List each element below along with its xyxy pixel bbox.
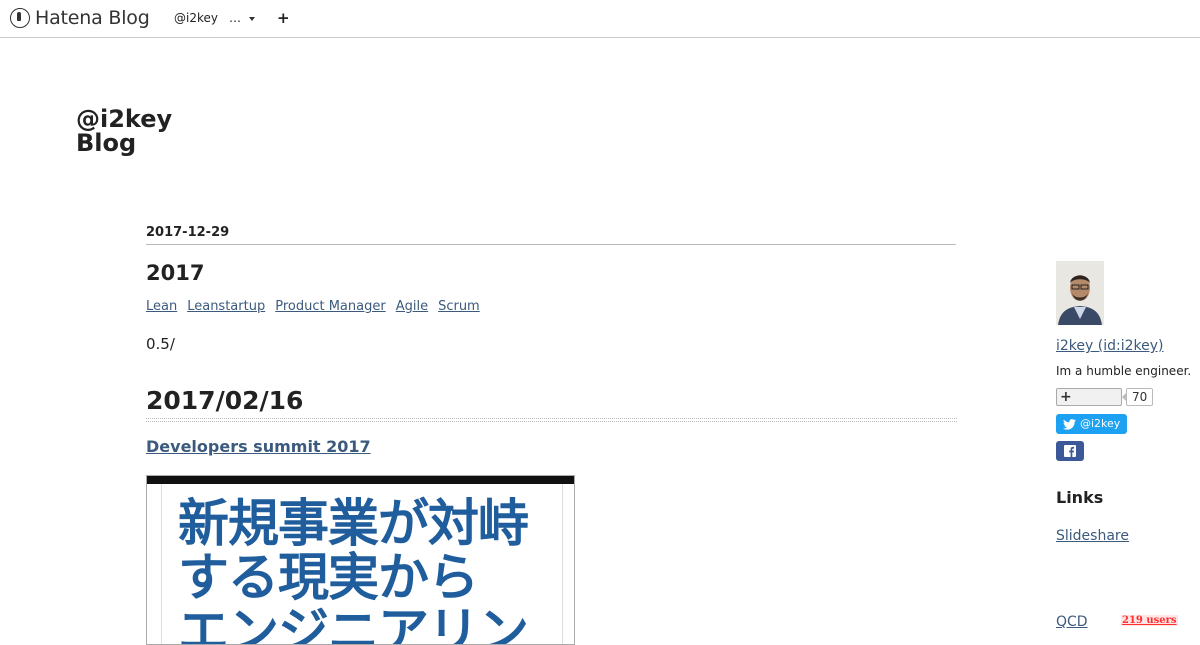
category-link[interactable]: Lean xyxy=(146,299,177,314)
bookmark-users-badge[interactable]: 219 users xyxy=(1121,615,1178,626)
profile-description: Im a humble engineer. xyxy=(1056,364,1192,378)
category-link[interactable]: Product Manager xyxy=(275,299,385,314)
entry-intro-text: 0.5/ xyxy=(146,335,175,353)
facebook-button[interactable] xyxy=(1056,441,1084,461)
category-link[interactable]: Scrum xyxy=(438,299,480,314)
link-slideshare[interactable]: Slideshare xyxy=(1056,528,1129,544)
date-divider xyxy=(146,244,956,245)
facebook-icon xyxy=(1064,445,1076,457)
entry-date[interactable]: 2017-12-29 xyxy=(146,225,229,240)
link-qcd[interactable]: QCD xyxy=(1056,614,1088,630)
logo-text: Hatena Blog xyxy=(35,7,150,29)
avatar[interactable] xyxy=(1056,261,1104,325)
slide-top-bar xyxy=(147,476,574,484)
section-divider xyxy=(146,418,957,422)
links-heading: Links xyxy=(1056,488,1104,507)
chevron-down-icon xyxy=(248,16,255,21)
category-link[interactable]: Leanstartup xyxy=(187,299,265,314)
twitter-handle: @i2key xyxy=(1080,417,1121,430)
slide-frame: 新規事業が対峙 する現実から エンジニアリン xyxy=(161,484,563,645)
global-header: Hatena Blog @i2key … + xyxy=(0,0,1200,38)
follower-count: 70 xyxy=(1121,388,1154,406)
hatena-blog-logo[interactable]: Hatena Blog xyxy=(10,7,150,29)
blog-title-line2: Blog xyxy=(76,129,137,157)
hatena-logo-icon xyxy=(10,8,30,28)
category-link[interactable]: Agile xyxy=(396,299,428,314)
follow-button[interactable]: + xyxy=(1056,388,1122,406)
user-name: @i2key xyxy=(174,11,218,25)
menu-ellipsis: … xyxy=(228,11,241,25)
follow-widget: + 70 xyxy=(1056,388,1154,406)
add-entry-button[interactable]: + xyxy=(277,9,290,27)
event-link[interactable]: Developers summit 2017 xyxy=(146,437,371,456)
entry-title[interactable]: 2017 xyxy=(146,261,204,285)
slide-title-text: 新規事業が対峙 する現実から エンジニアリン xyxy=(178,495,529,645)
twitter-bird-icon xyxy=(1063,418,1076,430)
profile-name-link[interactable]: i2key (id:i2key) xyxy=(1056,338,1163,354)
twitter-follow-button[interactable]: @i2key xyxy=(1056,414,1127,434)
section-heading: 2017/02/16 xyxy=(146,386,304,415)
blog-title-line1: @i2key xyxy=(76,105,173,133)
user-menu[interactable]: @i2key … xyxy=(174,11,255,25)
slide-embed[interactable]: 新規事業が対峙 する現実から エンジニアリン xyxy=(146,475,575,645)
entry-categories: Lean Leanstartup Product Manager Agile S… xyxy=(146,299,490,314)
blog-title[interactable]: @i2key Blog xyxy=(76,107,172,155)
plus-icon: + xyxy=(1060,389,1072,405)
